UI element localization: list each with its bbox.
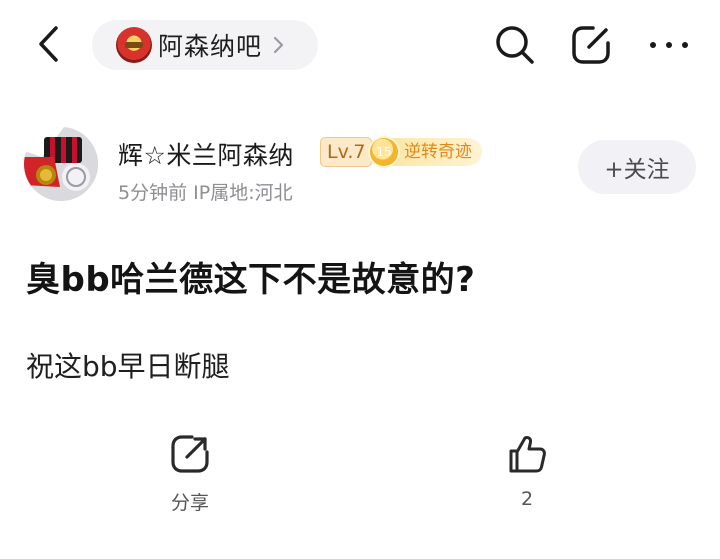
thumbs-up-icon — [505, 432, 549, 476]
share-icon — [168, 432, 212, 476]
post-meta: 5分钟前 IP属地:河北 — [118, 182, 293, 204]
like-count: 2 — [520, 488, 534, 510]
edit-button[interactable] — [566, 20, 616, 70]
forum-avatar — [116, 27, 152, 63]
like-button[interactable]: 2 — [487, 432, 567, 522]
edit-icon — [572, 26, 610, 64]
level-badge: Lv.7 — [320, 137, 373, 167]
share-label: 分享 — [170, 492, 209, 514]
back-button[interactable] — [28, 22, 68, 66]
post-title: 臭bb哈兰德这下不是故意的? — [26, 260, 476, 300]
top-bar: 阿森纳吧 — [0, 0, 720, 92]
forum-link[interactable]: 阿森纳吧 — [92, 20, 318, 70]
title-badge: 15 逆转奇迹 — [370, 136, 490, 168]
more-button[interactable] — [644, 20, 694, 70]
author-row: 辉☆米兰阿森纳 Lv.7 15 逆转奇迹 5分钟前 IP属地:河北 +关注 — [0, 118, 720, 218]
chevron-right-icon — [272, 35, 284, 55]
title-name: 逆转奇迹 — [390, 138, 482, 166]
forum-name: 阿森纳吧 — [158, 32, 263, 61]
chevron-left-icon — [39, 26, 58, 62]
share-button[interactable]: 分享 — [150, 432, 230, 522]
author-avatar[interactable] — [24, 127, 98, 201]
post-body: 祝这bb早日断腿 — [26, 350, 230, 383]
follow-button[interactable]: +关注 — [578, 140, 696, 194]
more-icon — [650, 42, 688, 48]
search-icon — [496, 26, 534, 64]
search-button[interactable] — [490, 20, 540, 70]
author-name[interactable]: 辉☆米兰阿森纳 — [118, 136, 294, 172]
title-level-coin: 15 — [370, 138, 398, 166]
